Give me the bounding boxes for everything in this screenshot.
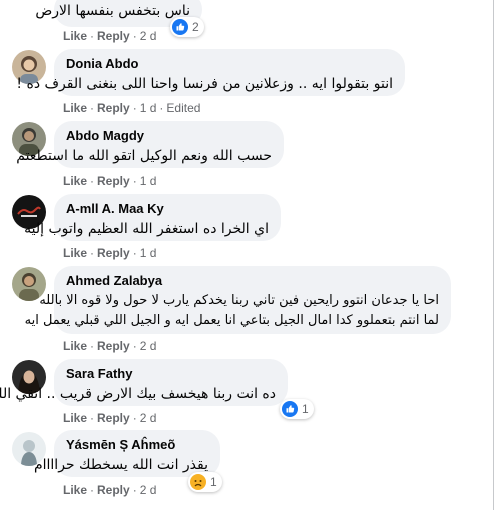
comment-text: انتو بتقولوا ايه .. وزعلانين من فرنسا وا…: [16, 74, 393, 94]
reaction-summary[interactable]: 2: [170, 17, 204, 37]
comment-time[interactable]: 1 d: [140, 246, 157, 260]
reply-link[interactable]: Reply: [97, 29, 130, 43]
reply-link[interactable]: Reply: [97, 174, 130, 188]
comment-text-line: حسب الله ونعم الوكيل اتقو الله ما استطعت…: [16, 148, 272, 164]
comment-actions: Like · Reply · 1 d · Edited: [63, 101, 200, 115]
comment-text-line: انتو بتقولوا ايه .. وزعلانين من فرنسا وا…: [16, 76, 393, 92]
reaction-summary[interactable]: 1: [188, 472, 222, 492]
separator: ·: [159, 101, 164, 115]
comment-text-line: يقذر انت الله يسخطك حراااام: [33, 457, 208, 473]
comment-author[interactable]: Abdo Magdy: [66, 128, 272, 143]
separator: ·: [90, 411, 95, 425]
comment-time[interactable]: 2 d: [140, 483, 157, 497]
comment-text: حسب الله ونعم الوكيل اتقو الله ما استطعت…: [16, 146, 272, 166]
reaction-summary[interactable]: 1: [280, 399, 314, 419]
comment-text: ناس بتخفس بنفسها الارض: [35, 1, 190, 21]
comment-text-line: ده انت ربنا هيخسف بيك الارض قريب .. اتقي…: [0, 386, 276, 402]
comment-bubble: Abdo Magdy حسب الله ونعم الوكيل اتقو الل…: [16, 121, 284, 168]
comment-text: اي الخرا ده استغفر الله العظيم واتوب إلي…: [24, 219, 269, 239]
reply-link[interactable]: Reply: [97, 483, 130, 497]
comment-text: ده انت ربنا هيخسف بيك الارض قريب .. اتقي…: [0, 384, 276, 404]
comment-bubble: Ahmed Zalabya احا يا جدعان انتوو رايحين …: [24, 266, 451, 334]
sad-icon: [190, 474, 206, 490]
like-icon: [172, 19, 188, 35]
reaction-count: 1: [302, 402, 309, 416]
reply-link[interactable]: Reply: [97, 101, 130, 115]
comment-actions: Like · Reply · 2 d: [63, 29, 156, 43]
comment-text-line: اي الخرا ده استغفر الله العظيم واتوب إلي…: [24, 221, 269, 237]
separator: ·: [132, 483, 137, 497]
comment-text: احا يا جدعان انتوو رايحين فين تاني ربنا …: [24, 291, 439, 331]
comment-bubble: Yásmēn Ș Aĥmeõ يقذر انت الله يسخطك حرااا…: [33, 430, 220, 477]
separator: ·: [90, 101, 95, 115]
comment-bubble: Sara Fathy ده انت ربنا هيخسف بيك الارض ق…: [0, 359, 288, 406]
comment-author[interactable]: Yásmēn Ș Aĥmeõ: [66, 437, 208, 452]
separator: ·: [132, 29, 137, 43]
comment-actions: Like · Reply · 2 d: [63, 339, 156, 353]
comment-time[interactable]: 2 d: [140, 411, 157, 425]
like-icon: [282, 401, 298, 417]
reply-link[interactable]: Reply: [97, 339, 130, 353]
like-link[interactable]: Like: [63, 339, 87, 353]
like-link[interactable]: Like: [63, 411, 87, 425]
comment-text-line: ناس بتخفس بنفسها الارض: [35, 3, 190, 19]
comment-text-line: لما انتم بتعملوو كدا امال الجيل بتاعي ان…: [24, 313, 439, 328]
reply-link[interactable]: Reply: [97, 411, 130, 425]
comment-actions: Like · Reply · 2 d: [63, 411, 156, 425]
separator: ·: [90, 29, 95, 43]
comment-time[interactable]: 2 d: [140, 29, 157, 43]
comment-author[interactable]: A-mll A. Maa Ky: [66, 201, 269, 216]
comment-actions: Like · Reply · 2 d: [63, 483, 156, 497]
edited-label[interactable]: Edited: [166, 101, 200, 115]
like-link[interactable]: Like: [63, 174, 87, 188]
like-link[interactable]: Like: [63, 101, 87, 115]
separator: ·: [90, 339, 95, 353]
separator: ·: [132, 246, 137, 260]
separator: ·: [132, 339, 137, 353]
comment-bubble: A-mll A. Maa Ky اي الخرا ده استغفر الله …: [24, 194, 281, 241]
separator: ·: [132, 101, 137, 115]
comment-bubble: Donia Abdo انتو بتقولوا ايه .. وزعلانين …: [16, 49, 405, 96]
reaction-count: 1: [210, 475, 217, 489]
comment-author[interactable]: Donia Abdo: [66, 56, 393, 71]
like-link[interactable]: Like: [63, 246, 87, 260]
comment-time[interactable]: 1 d: [140, 174, 157, 188]
comment-text: يقذر انت الله يسخطك حراااام: [33, 455, 208, 475]
comment-author[interactable]: Sara Fathy: [66, 366, 276, 381]
comment-time[interactable]: 1 d: [140, 101, 157, 115]
separator: ·: [90, 483, 95, 497]
comment-actions: Like · Reply · 1 d: [63, 246, 156, 260]
comment-text-line: احا يا جدعان انتوو رايحين فين تاني ربنا …: [39, 293, 439, 308]
comment-actions: Like · Reply · 1 d: [63, 174, 156, 188]
separator: ·: [132, 411, 137, 425]
reaction-count: 2: [192, 20, 199, 34]
like-link[interactable]: Like: [63, 29, 87, 43]
comment-author[interactable]: Ahmed Zalabya: [66, 273, 439, 288]
like-link[interactable]: Like: [63, 483, 87, 497]
separator: ·: [132, 174, 137, 188]
comment-time[interactable]: 2 d: [140, 339, 157, 353]
separator: ·: [90, 174, 95, 188]
reply-link[interactable]: Reply: [97, 246, 130, 260]
separator: ·: [90, 246, 95, 260]
